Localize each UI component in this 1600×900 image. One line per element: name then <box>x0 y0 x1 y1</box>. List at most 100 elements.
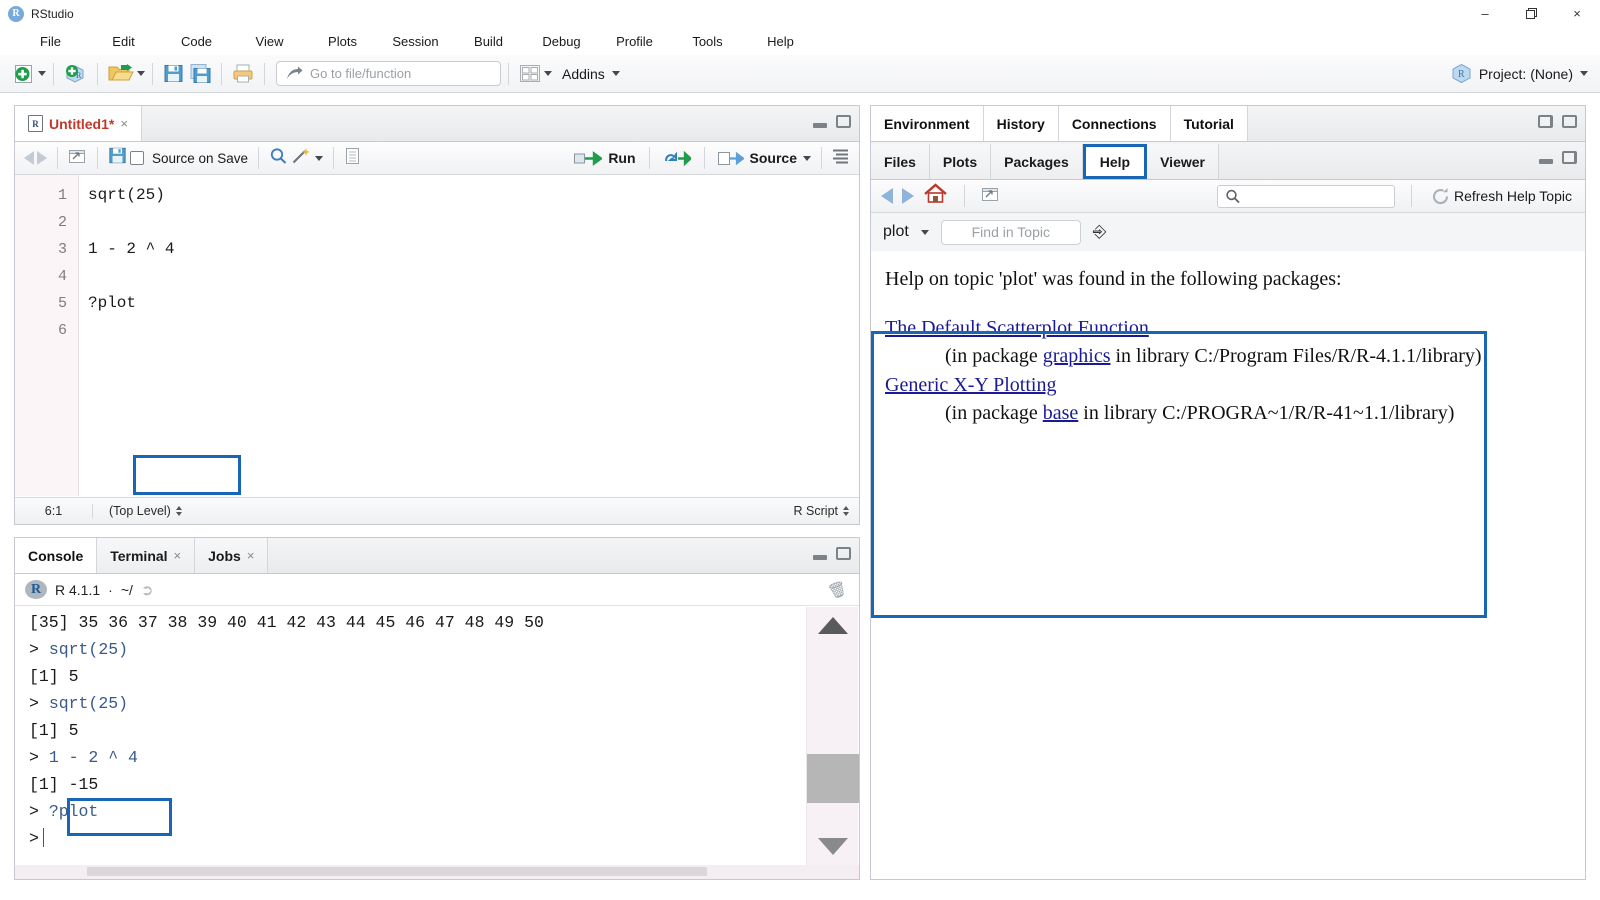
console-horizontal-scrollbar[interactable] <box>15 865 859 879</box>
environment-maximize-icon[interactable] <box>1562 115 1577 128</box>
source-toolbar-sep-6 <box>703 147 705 169</box>
tab-history[interactable]: History <box>983 106 1059 141</box>
tab-files[interactable]: Files <box>871 144 930 179</box>
menu-view[interactable]: View <box>233 30 306 53</box>
menu-file[interactable]: File <box>14 30 87 53</box>
menu-tools[interactable]: Tools <box>671 30 744 53</box>
tab-plots[interactable]: Plots <box>929 144 992 179</box>
source-on-save-checkbox[interactable] <box>130 151 144 165</box>
scope-updown-icon[interactable] <box>175 506 182 516</box>
menu-build[interactable]: Build <box>452 30 525 53</box>
line-number-gutter: 1 2 3 4 5 6 <box>15 175 79 496</box>
source-tab-close-icon[interactable]: × <box>120 116 128 131</box>
source-minimize-icon[interactable] <box>813 116 827 128</box>
console-output[interactable]: [35] 35 36 37 38 39 40 41 42 43 44 45 46… <box>15 607 859 865</box>
tab-console[interactable]: Console <box>15 538 98 573</box>
source-dropdown-caret[interactable] <box>803 155 811 161</box>
source-maximize-icon[interactable] <box>836 115 851 128</box>
refresh-help-topic-button[interactable]: Refresh Help Topic <box>1428 185 1575 208</box>
menu-session[interactable]: Session <box>379 30 452 53</box>
environment-restore-icon[interactable] <box>1538 115 1553 128</box>
back-arrow-icon[interactable] <box>24 151 34 165</box>
menu-debug[interactable]: Debug <box>525 30 598 53</box>
maximize-button[interactable] <box>1508 0 1554 27</box>
open-file-dropdown-caret[interactable] <box>137 71 145 76</box>
open-file-button[interactable] <box>105 62 137 86</box>
show-in-new-window-icon[interactable] <box>981 185 1000 208</box>
menu-help[interactable]: Help <box>744 30 817 53</box>
addins-label[interactable]: Addins <box>562 66 605 82</box>
source-tab-untitled1[interactable]: R Untitled1* × <box>15 106 142 141</box>
addins-dropdown-caret[interactable] <box>611 71 620 76</box>
help-link-generic-xy-plotting[interactable]: Generic X-Y Plotting <box>885 374 1056 396</box>
new-file-dropdown-caret[interactable] <box>38 71 46 76</box>
menu-edit[interactable]: Edit <box>87 30 160 53</box>
run-button[interactable]: Run <box>571 148 638 169</box>
panes-dropdown-caret[interactable] <box>544 71 552 76</box>
help-home-icon[interactable] <box>923 183 948 209</box>
console-maximize-icon[interactable] <box>836 547 851 560</box>
broom-icon[interactable]: 🗑 <box>825 578 850 601</box>
help-forward-arrow-icon[interactable] <box>902 188 914 204</box>
code-editor-area[interactable]: 1 2 3 4 5 6 sqrt(25) 1 - 2 ^ 4 ?plot <box>15 175 859 496</box>
help-minimize-icon[interactable] <box>1539 152 1553 164</box>
compile-report-icon[interactable] <box>344 147 361 170</box>
rerun-button[interactable] <box>660 148 694 169</box>
save-button[interactable] <box>160 61 187 86</box>
project-selector[interactable]: R Project: (None) <box>1451 63 1588 84</box>
print-button[interactable] <box>229 61 257 86</box>
scope-selector[interactable]: (Top Level) <box>93 504 182 518</box>
console-minimize-icon[interactable] <box>813 548 827 560</box>
code-lines[interactable]: sqrt(25) 1 - 2 ^ 4 ?plot <box>79 175 859 496</box>
tab-tutorial[interactable]: Tutorial <box>1170 106 1248 141</box>
tab-jobs[interactable]: Jobs × <box>195 538 269 573</box>
project-dropdown-caret[interactable] <box>1580 71 1588 76</box>
forward-arrow-icon[interactable] <box>37 151 47 165</box>
new-file-button[interactable] <box>10 61 38 87</box>
source-button[interactable]: Source <box>715 148 800 169</box>
print-icon <box>233 64 253 83</box>
workspace-panes-button[interactable] <box>516 62 544 85</box>
code-tools-dropdown-caret[interactable] <box>315 155 324 161</box>
magnifier-icon[interactable] <box>269 147 288 170</box>
help-restore-icon[interactable] <box>1562 151 1577 164</box>
console-vertical-scrollbar[interactable] <box>806 607 859 865</box>
console-hscrollbar-thumb[interactable] <box>87 867 707 876</box>
find-in-topic-input[interactable]: Find in Topic <box>940 219 1081 245</box>
code-tools-wand-icon[interactable] <box>291 147 312 170</box>
console-scrollbar-thumb[interactable] <box>806 754 859 803</box>
menu-code[interactable]: Code <box>160 30 233 53</box>
tab-environment[interactable]: Environment <box>871 106 984 141</box>
tab-jobs-close-icon[interactable]: × <box>247 548 255 563</box>
menu-plots[interactable]: Plots <box>306 30 379 53</box>
source-save-icon[interactable] <box>108 146 127 170</box>
chevron-down-icon[interactable] <box>920 229 929 235</box>
console-tab-strip: Console Terminal × Jobs × <box>15 538 859 574</box>
file-type-updown-icon[interactable] <box>843 506 849 516</box>
help-back-arrow-icon[interactable] <box>881 188 893 204</box>
menu-profile[interactable]: Profile <box>598 30 671 53</box>
tab-viewer[interactable]: Viewer <box>1147 144 1219 179</box>
file-type-selector[interactable]: R Script <box>794 504 849 518</box>
tab-packages[interactable]: Packages <box>991 144 1083 179</box>
tab-terminal-close-icon[interactable]: × <box>174 548 182 563</box>
tab-help[interactable]: Help <box>1082 144 1148 179</box>
tab-connections[interactable]: Connections <box>1058 106 1171 141</box>
minimize-button[interactable]: – <box>1462 0 1508 27</box>
share-arrow-icon[interactable]: ➲ <box>141 581 154 599</box>
close-button[interactable]: × <box>1554 0 1600 27</box>
goto-file-function-input[interactable]: Go to file/function <box>276 61 501 86</box>
help-link-package-graphics[interactable]: graphics <box>1043 345 1111 367</box>
show-in-new-window-icon[interactable] <box>68 147 87 170</box>
save-all-button[interactable] <box>187 61 214 86</box>
code-line: 1 - 2 ^ 4 <box>88 240 175 258</box>
new-project-button[interactable]: R <box>61 61 90 87</box>
scroll-down-arrow-icon[interactable] <box>817 838 848 855</box>
help-topic-name[interactable]: plot <box>883 223 909 241</box>
tab-terminal[interactable]: Terminal × <box>97 538 196 573</box>
help-link-package-base[interactable]: base <box>1043 402 1079 424</box>
scroll-up-arrow-icon[interactable] <box>817 617 848 634</box>
document-outline-icon[interactable] <box>832 148 850 169</box>
help-search-input[interactable] <box>1216 184 1395 208</box>
help-link-scatterplot[interactable]: The Default Scatterplot Function <box>885 317 1149 339</box>
